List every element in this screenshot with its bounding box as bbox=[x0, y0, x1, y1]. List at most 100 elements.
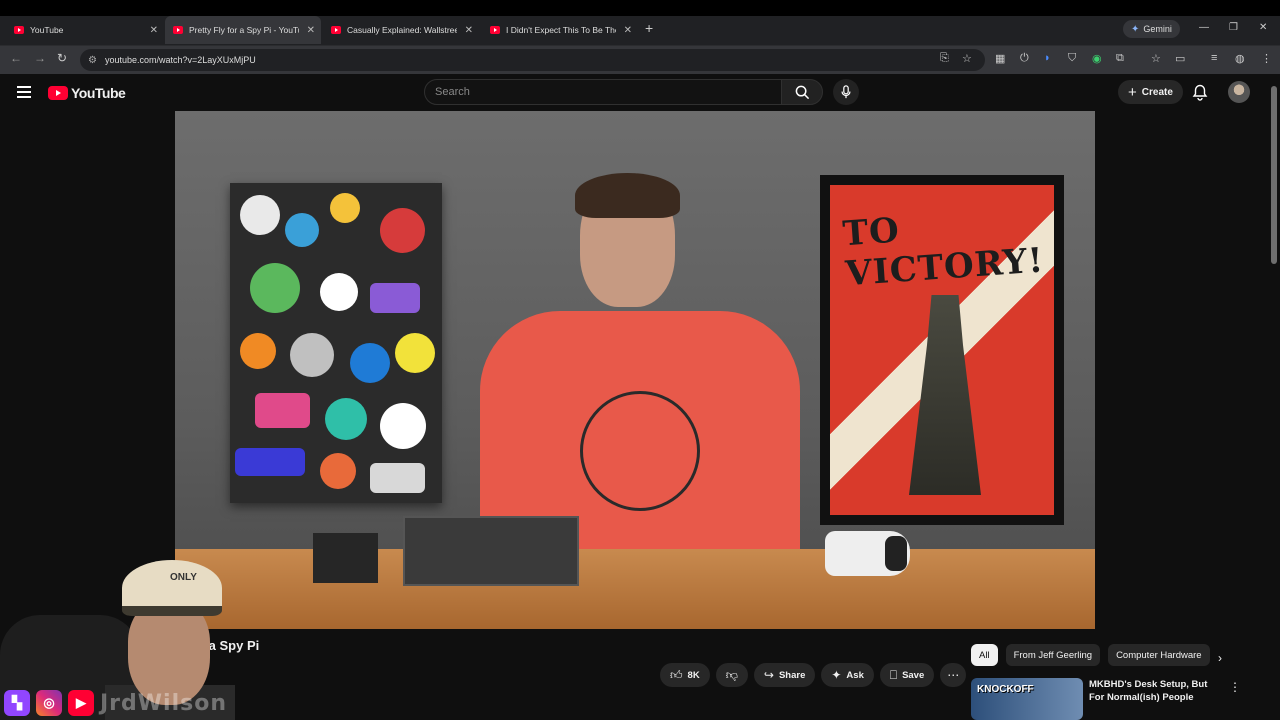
network-switch bbox=[403, 516, 579, 586]
instagram-icon: ◎ bbox=[36, 690, 62, 716]
window-close-icon[interactable]: ✕ bbox=[1259, 22, 1267, 33]
recommendation-title[interactable]: MKBHD's Desk Setup, But For Normal(ish) … bbox=[1089, 678, 1219, 704]
search-icon bbox=[795, 85, 809, 99]
browser-tab-casually-explained[interactable]: Casually Explained: Wallstreetb ✕ bbox=[323, 18, 479, 42]
create-label: Create bbox=[1141, 86, 1173, 98]
ask-button[interactable]: ✦ Ask bbox=[821, 663, 874, 687]
browser-tab-didnt-expect[interactable]: I Didn't Expect This To Be The B ✕ bbox=[482, 18, 638, 42]
side-panel-icon[interactable]: ▭ bbox=[1175, 52, 1185, 65]
recommendation-thumbnail[interactable]: KNOCKOFF bbox=[971, 678, 1083, 720]
bookmark-icon: ⎕ bbox=[889, 667, 898, 682]
restore-icon[interactable]: ❐ bbox=[1229, 22, 1238, 33]
share-button[interactable]: ↪ Share bbox=[753, 663, 816, 687]
back-icon[interactable]: ← bbox=[10, 51, 22, 65]
presenter-hair bbox=[575, 173, 680, 218]
chrome-menu-icon[interactable]: ⋮ bbox=[1261, 52, 1272, 65]
browser-tab-active[interactable]: Pretty Fly for a Spy Pi - YouTube ✕ bbox=[165, 16, 321, 44]
youtube-icon: ▶ bbox=[68, 690, 94, 716]
black-power-supply bbox=[313, 533, 378, 583]
youtube-favicon-icon bbox=[331, 26, 341, 34]
youtube-favicon-icon bbox=[14, 26, 24, 34]
search-input[interactable]: Search bbox=[424, 79, 782, 105]
tab-title: Pretty Fly for a Spy Pi - YouTube bbox=[189, 25, 299, 35]
youtube-favicon-icon bbox=[173, 26, 183, 34]
like-button[interactable]: 👍︎ 8K bbox=[660, 663, 710, 687]
cap-text: ONLY bbox=[170, 572, 197, 583]
twitch-icon: ▚ bbox=[4, 690, 30, 716]
plus-icon: + bbox=[1128, 83, 1137, 101]
related-filter-chips: All From Jeff Geerling Computer Hardware bbox=[971, 644, 1210, 666]
page-scrollbar[interactable] bbox=[1271, 86, 1277, 264]
poster-text: TO VICTORY! bbox=[841, 210, 1046, 295]
url-text: youtube.com/watch?v=2LayXUxMjPU bbox=[104, 55, 256, 65]
chevron-right-icon[interactable]: › bbox=[1218, 651, 1222, 665]
more-vertical-icon[interactable]: ⋮ bbox=[1229, 680, 1241, 694]
video-player[interactable]: TO VICTORY! bbox=[175, 111, 1095, 629]
youtube-play-icon bbox=[48, 86, 68, 100]
thumbs-down-icon: 👎︎ bbox=[725, 667, 738, 682]
close-icon[interactable]: ✕ bbox=[150, 25, 158, 36]
minimize-icon[interactable]: — bbox=[1199, 22, 1209, 33]
install-app-icon[interactable]: ⎘ bbox=[940, 52, 949, 65]
bookmark-star-icon[interactable]: ☆ bbox=[962, 52, 972, 65]
create-button[interactable]: + Create bbox=[1118, 80, 1183, 104]
youtube-logo-text: YouTube bbox=[71, 85, 126, 101]
audio-extension-icon[interactable]: ◗ bbox=[1044, 52, 1051, 64]
power-extension-icon[interactable]: ⏻ bbox=[1020, 52, 1029, 65]
extension-icon[interactable]: ▦ bbox=[995, 52, 1005, 65]
save-label: Save bbox=[902, 669, 925, 681]
tab-title: I Didn't Expect This To Be The B bbox=[506, 25, 616, 35]
dislike-button[interactable]: 👎︎ bbox=[715, 663, 748, 687]
green-extension-icon[interactable]: ◉ bbox=[1092, 52, 1102, 65]
site-info-icon[interactable]: ⚙ bbox=[88, 55, 97, 66]
streamer-handle: JrdWilson bbox=[100, 690, 228, 716]
action-bar: 👍︎ 8K 👎︎ ↪ Share ✦ Ask ⎕ Save ⋯ bbox=[660, 663, 967, 687]
close-icon[interactable]: ✕ bbox=[624, 25, 632, 36]
youtube-header: YouTube Search + Create bbox=[0, 74, 1280, 111]
streamer-cap bbox=[122, 560, 222, 616]
close-icon[interactable]: ✕ bbox=[465, 25, 473, 36]
youtube-favicon-icon bbox=[490, 26, 500, 34]
camera-lens bbox=[885, 536, 907, 571]
search-button[interactable] bbox=[781, 79, 823, 105]
notifications-bell-icon[interactable] bbox=[1192, 84, 1208, 101]
share-label: Share bbox=[778, 669, 806, 681]
menu-icon[interactable] bbox=[17, 86, 31, 98]
voice-search-button[interactable] bbox=[833, 79, 859, 105]
forward-icon[interactable]: → bbox=[34, 51, 46, 65]
chip-from-jeff-geerling[interactable]: From Jeff Geerling bbox=[1005, 644, 1101, 666]
gemini-button[interactable]: ✦ Gemini bbox=[1123, 20, 1180, 38]
youtube-logo[interactable]: YouTube bbox=[48, 85, 126, 101]
sticker-board bbox=[230, 183, 442, 503]
microphone-icon bbox=[841, 85, 851, 99]
shirt-print bbox=[580, 391, 700, 511]
reading-list-icon[interactable]: ☆ bbox=[1151, 52, 1161, 65]
tab-title: YouTube bbox=[30, 25, 64, 35]
new-tab-button[interactable]: + bbox=[645, 20, 653, 36]
gemini-label: Gemini bbox=[1143, 24, 1172, 34]
save-button[interactable]: ⎕ Save bbox=[879, 663, 935, 687]
thumbnail-text: KNOCKOFF bbox=[977, 684, 1034, 695]
ask-label: Ask bbox=[846, 669, 864, 681]
chip-computer-hardware[interactable]: Computer Hardware bbox=[1108, 644, 1210, 666]
reload-icon[interactable]: ↻ bbox=[57, 51, 67, 65]
gemini-star-icon: ✦ bbox=[1131, 23, 1140, 35]
to-victory-poster: TO VICTORY! bbox=[820, 175, 1064, 525]
url-field[interactable]: ⚙ youtube.com/watch?v=2LayXUxMjPU bbox=[80, 49, 985, 71]
browser-tab-youtube[interactable]: YouTube ✕ bbox=[6, 18, 164, 42]
sparkle-icon: ✦ bbox=[831, 668, 842, 682]
close-icon[interactable]: ✕ bbox=[307, 25, 315, 36]
tab-title: Casually Explained: Wallstreetb bbox=[347, 25, 457, 35]
media-controls-icon[interactable]: ≡ bbox=[1211, 52, 1217, 64]
social-handles: ▚ ◎ ▶ JrdWilson bbox=[4, 690, 227, 716]
more-horizontal-icon: ⋯ bbox=[947, 668, 960, 682]
shield-icon[interactable]: ⛉ bbox=[1068, 52, 1076, 65]
profile-icon[interactable]: ◍ bbox=[1235, 52, 1245, 65]
avatar[interactable] bbox=[1228, 81, 1250, 103]
thumbs-up-icon: 👍︎ bbox=[670, 667, 683, 682]
address-bar-row: ← → ↻ ⚙ youtube.com/watch?v=2LayXUxMjPU … bbox=[0, 46, 1280, 74]
more-actions-button[interactable]: ⋯ bbox=[940, 663, 967, 687]
share-icon: ↪ bbox=[763, 668, 774, 682]
puzzle-icon[interactable]: ⧉ bbox=[1116, 52, 1124, 65]
chip-all[interactable]: All bbox=[971, 644, 998, 666]
